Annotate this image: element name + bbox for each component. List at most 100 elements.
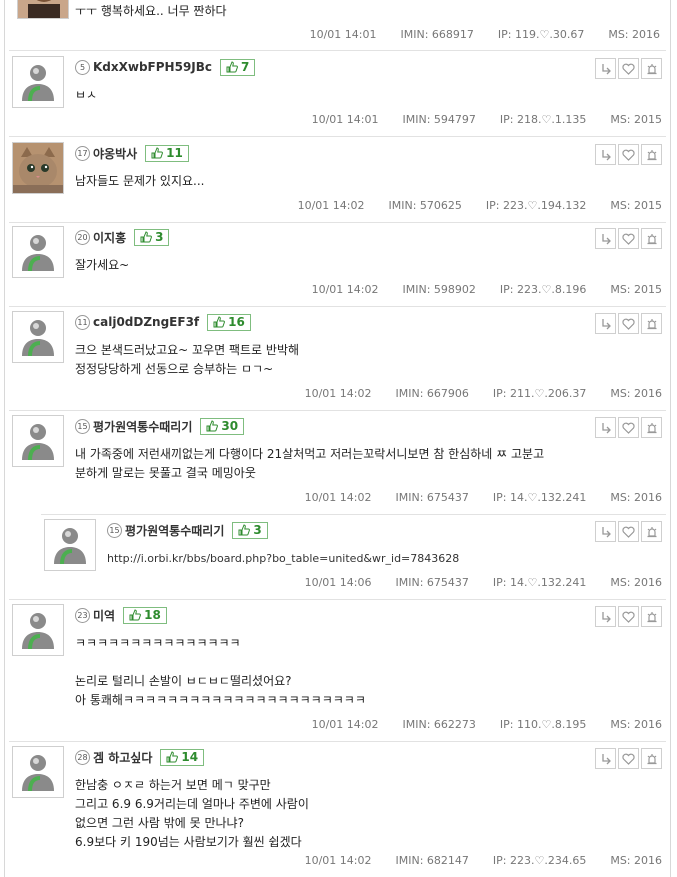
like-button[interactable] <box>618 313 639 334</box>
comment-actions <box>595 417 662 438</box>
avatar <box>17 0 69 19</box>
report-button[interactable] <box>641 417 662 438</box>
siren-icon <box>647 63 656 74</box>
thumbs-up-icon <box>129 609 142 621</box>
comment: 15 평가원역통수때리기 30 내 가족중에 저런새끼없는게 다행이다 21살처먹고… <box>5 411 672 514</box>
level-badge: 23 <box>75 607 90 623</box>
comment-actions <box>595 313 662 334</box>
comment-header: 15 평가원역통수때리기 30 <box>75 417 245 435</box>
reply-arrow-icon <box>601 63 611 74</box>
like-count-badge: 30 <box>200 417 245 435</box>
report-button[interactable] <box>641 606 662 627</box>
nickname[interactable]: calj0dDZngEF3f <box>93 315 199 329</box>
avatar[interactable] <box>12 604 64 656</box>
nickname[interactable]: 이지홍 <box>93 229 126 246</box>
reply-arrow-icon <box>601 753 611 764</box>
comment-link[interactable]: http://i.orbi.kr/bbs/board.php?bo_table=… <box>107 549 459 568</box>
comment-date: 10/01 14:02 <box>304 387 372 400</box>
comment-imin: IMIN: 594797 <box>402 113 476 126</box>
cat-avatar-icon <box>13 143 63 193</box>
thumbs-up-icon <box>213 316 226 328</box>
thumbs-up-icon <box>226 61 238 73</box>
comment-date: 10/01 14:02 <box>311 718 379 731</box>
like-button[interactable] <box>618 748 639 769</box>
reply-arrow-icon <box>601 233 611 244</box>
comment-actions <box>595 144 662 165</box>
report-button[interactable] <box>641 228 662 249</box>
avatar[interactable] <box>12 746 64 798</box>
reply-button[interactable] <box>595 417 616 438</box>
avatar[interactable] <box>12 311 64 363</box>
nickname[interactable]: 평가원역통수때리기 <box>93 418 192 435</box>
avatar[interactable] <box>12 142 64 194</box>
like-count-badge: 16 <box>207 313 251 331</box>
level-badge: 15 <box>75 418 90 434</box>
like-count: 7 <box>241 60 250 74</box>
thumbs-up-icon <box>238 524 251 536</box>
like-count: 3 <box>253 523 262 537</box>
nickname[interactable]: 야옹박사 <box>93 145 137 162</box>
like-button[interactable] <box>618 144 639 165</box>
heart-icon <box>622 611 635 623</box>
comment-ms: MS: 2015 <box>610 283 662 296</box>
like-button[interactable] <box>618 521 639 542</box>
level-badge: 5 <box>75 59 90 75</box>
report-button[interactable] <box>641 58 662 79</box>
comment-ms: MS: 2016 <box>608 28 660 41</box>
comment: 20 이지홍 3 잘가세요~ 10/01 14:02 IMIN: 598902 IP: 2… <box>5 222 672 306</box>
comment-text: 한남충 ㅇㅈㄹ 하는거 보면 메ㄱ 맞구만 <box>75 778 271 792</box>
comment-date: 10/01 14:01 <box>309 28 377 41</box>
comment-date: 10/01 14:01 <box>311 113 379 126</box>
comment-header: 11 calj0dDZngEF3f 16 <box>75 313 251 331</box>
avatar[interactable] <box>12 226 64 278</box>
like-button[interactable] <box>618 228 639 249</box>
siren-icon <box>647 611 656 622</box>
nickname[interactable]: KdxXwbFPH59JBc <box>93 60 212 74</box>
comment-meta: 10/01 14:02 IMIN: 667906 IP: 211.♡.206.37 M… <box>305 387 662 400</box>
comment-header: 5 KdxXwbFPH59JBc 7 <box>75 58 256 76</box>
nickname[interactable]: 평가원역통수때리기 <box>125 522 224 539</box>
like-button[interactable] <box>618 606 639 627</box>
comment-header: 23 미역 18 <box>75 606 167 624</box>
comment: 23 미역 18 ㅋㅋㅋㅋㅋㅋㅋㅋㅋㅋㅋㅋㅋㅋㅋ 논리로 털리니 손발이 ㅂㄷㅂㄷ떨리… <box>5 600 672 741</box>
comment-meta: 10/01 14:02 IMIN: 598902 IP: 223.♡.8.196 MS… <box>312 283 662 296</box>
comment-text: ㅂㅅ <box>75 88 98 102</box>
comment-meta: 10/01 14:06 IMIN: 675437 IP: 14.♡.132.241 M… <box>305 576 662 589</box>
report-button[interactable] <box>641 144 662 165</box>
like-button[interactable] <box>618 58 639 79</box>
nickname[interactable]: 겜 하고싶다 <box>93 749 152 766</box>
comment-actions <box>595 58 662 79</box>
comment-ms: MS: 2016 <box>610 718 662 731</box>
report-button[interactable] <box>641 521 662 542</box>
comment-text: 없으면 그런 사람 밖에 못 만나냐? <box>75 816 244 830</box>
report-button[interactable] <box>641 313 662 334</box>
comment-ip: IP: 14.♡.132.241 <box>492 576 587 589</box>
reply-button[interactable] <box>595 313 616 334</box>
comment-meta: 10/01 14:01 IMIN: 594797 IP: 218.♡.1.135 MS… <box>312 113 662 126</box>
reply-button[interactable] <box>595 606 616 627</box>
avatar[interactable] <box>44 519 96 571</box>
like-button[interactable] <box>618 417 639 438</box>
comment-imin: IMIN: 667906 <box>395 387 469 400</box>
reply-button[interactable] <box>595 521 616 542</box>
like-count: 3 <box>155 230 164 244</box>
avatar[interactable] <box>12 415 64 467</box>
comment-header: 15 평가원역통수때리기 3 <box>107 521 268 539</box>
reply-button[interactable] <box>595 144 616 165</box>
reply-button[interactable] <box>595 58 616 79</box>
thumbs-up-icon <box>151 147 164 159</box>
siren-icon <box>647 526 656 537</box>
comment-ms: MS: 2015 <box>610 113 662 126</box>
comment: 5 KdxXwbFPH59JBc 7 ㅂㅅ 10/01 14:01 IMIN: 5947… <box>5 52 672 136</box>
level-badge: 20 <box>75 229 90 245</box>
nickname[interactable]: 미역 <box>93 607 115 624</box>
reply-button[interactable] <box>595 748 616 769</box>
avatar[interactable] <box>12 56 64 108</box>
heart-icon <box>622 753 635 765</box>
reply-button[interactable] <box>595 228 616 249</box>
level-badge: 28 <box>75 749 90 765</box>
like-count-badge: 11 <box>145 144 189 162</box>
report-button[interactable] <box>641 748 662 769</box>
level-badge: 15 <box>107 522 122 538</box>
comment-text: 잘가세요~ <box>75 258 130 272</box>
